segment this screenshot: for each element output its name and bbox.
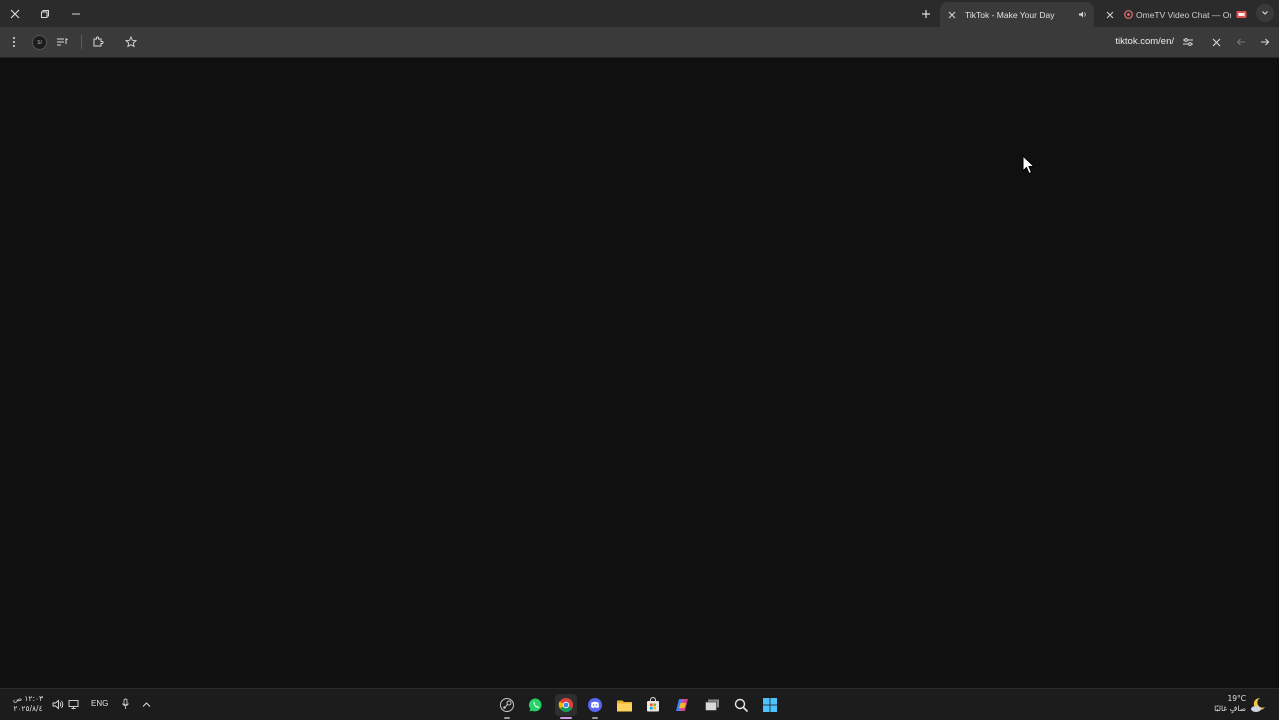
moon-cloud-icon bbox=[1251, 697, 1265, 712]
clock[interactable]: ١٢:٠٣ ص ٢٠٢٥/٨/٤ bbox=[10, 694, 46, 714]
active-indicator bbox=[560, 717, 572, 719]
tab-close-button[interactable] bbox=[1104, 9, 1116, 21]
taskbar-chrome-icon[interactable] bbox=[555, 694, 577, 716]
plus-icon bbox=[922, 9, 930, 18]
taskbar-discord-icon[interactable] bbox=[584, 694, 606, 716]
tab-search-button[interactable] bbox=[1256, 4, 1274, 22]
tab-strip: TikTok - Make Your Day OmeTV Video Chat … bbox=[0, 0, 1279, 27]
window-restore-button[interactable] bbox=[30, 2, 60, 25]
taskbar-start-icon[interactable] bbox=[759, 694, 781, 716]
taskbar-whatsapp-icon[interactable] bbox=[525, 694, 547, 716]
taskbar-microsoft-store-icon[interactable] bbox=[642, 694, 664, 716]
puzzle-icon bbox=[93, 36, 104, 47]
mouse-cursor-icon bbox=[1022, 155, 1036, 175]
taskbar-file-explorer-icon[interactable] bbox=[613, 694, 635, 716]
input-language[interactable]: ENG bbox=[91, 699, 108, 708]
taskbar-task-view-icon[interactable] bbox=[701, 694, 723, 716]
window-minimize-button[interactable] bbox=[61, 2, 91, 25]
camera-in-use-icon bbox=[1235, 9, 1247, 21]
address-bar-url[interactable]: tiktok.com/en/ bbox=[1090, 36, 1174, 47]
clock-date: ٢٠٢٥/٨/٤ bbox=[13, 704, 43, 713]
arrow-right-icon bbox=[1261, 38, 1270, 46]
running-indicator bbox=[592, 717, 598, 719]
close-icon bbox=[1106, 11, 1114, 18]
reading-list-button[interactable] bbox=[52, 32, 72, 52]
close-icon bbox=[948, 11, 956, 18]
clock-time: ١٢:٠٣ ص bbox=[12, 694, 44, 703]
taskbar-steam-icon[interactable] bbox=[496, 694, 518, 716]
tab-title: TikTok - Make Your Day bbox=[965, 9, 1055, 20]
browser-toolbar: S/ tiktok.com/en/ bbox=[0, 27, 1279, 57]
tab-tiktok[interactable]: TikTok - Make Your Day bbox=[940, 2, 1094, 27]
tab-audio-button[interactable] bbox=[1076, 9, 1088, 21]
menu-button[interactable] bbox=[4, 32, 24, 52]
stop-loading-button[interactable] bbox=[1206, 32, 1226, 52]
star-icon bbox=[125, 36, 137, 48]
tune-icon bbox=[1183, 38, 1193, 46]
weather-description: صافٍ غالبًا bbox=[1214, 704, 1246, 713]
new-tab-button[interactable] bbox=[915, 3, 937, 24]
window-close-button[interactable] bbox=[0, 2, 30, 25]
ometv-favicon-icon bbox=[1123, 10, 1133, 20]
chevron-down-icon bbox=[1262, 11, 1268, 15]
restore-icon bbox=[41, 9, 49, 18]
arrow-left-icon bbox=[1236, 38, 1245, 46]
weather-widget[interactable]: 19°C صافٍ غالبًا bbox=[1200, 694, 1246, 714]
taskbar-search-icon[interactable] bbox=[730, 694, 752, 716]
taskbar-copilot-icon[interactable] bbox=[671, 694, 693, 716]
tab-ometv[interactable]: OmeTV Video Chat — Ome bbox=[1098, 2, 1253, 27]
playlist-icon bbox=[57, 38, 68, 46]
tab-title: OmeTV Video Chat — Ome bbox=[1136, 9, 1231, 20]
volume-icon[interactable] bbox=[51, 697, 65, 711]
profile-avatar[interactable]: S/ bbox=[32, 35, 47, 50]
back-button[interactable] bbox=[1231, 32, 1251, 52]
bookmark-button[interactable] bbox=[121, 32, 141, 52]
page-viewport[interactable] bbox=[0, 58, 1279, 688]
site-settings-button[interactable] bbox=[1178, 32, 1198, 52]
close-icon bbox=[1212, 38, 1220, 46]
chevron-up-icon[interactable] bbox=[139, 697, 153, 711]
extensions-button[interactable] bbox=[88, 32, 108, 52]
minimize-icon bbox=[72, 13, 80, 14]
forward-button[interactable] bbox=[1255, 32, 1275, 52]
screen: TikTok - Make Your Day OmeTV Video Chat … bbox=[0, 0, 1279, 720]
speaker-icon bbox=[1078, 11, 1086, 18]
tab-close-button[interactable] bbox=[946, 9, 958, 21]
kebab-menu-icon bbox=[13, 37, 15, 47]
microphone-icon[interactable] bbox=[118, 697, 132, 711]
close-icon bbox=[10, 9, 20, 18]
network-icon[interactable] bbox=[67, 697, 81, 711]
weather-temp: 19°C bbox=[1227, 694, 1246, 703]
toolbar-divider bbox=[81, 35, 82, 49]
running-indicator bbox=[504, 717, 510, 719]
taskbar: ١٢:٠٣ ص ٢٠٢٥/٨/٤ ENG 19°C صافٍ غالبًا bbox=[0, 688, 1279, 720]
